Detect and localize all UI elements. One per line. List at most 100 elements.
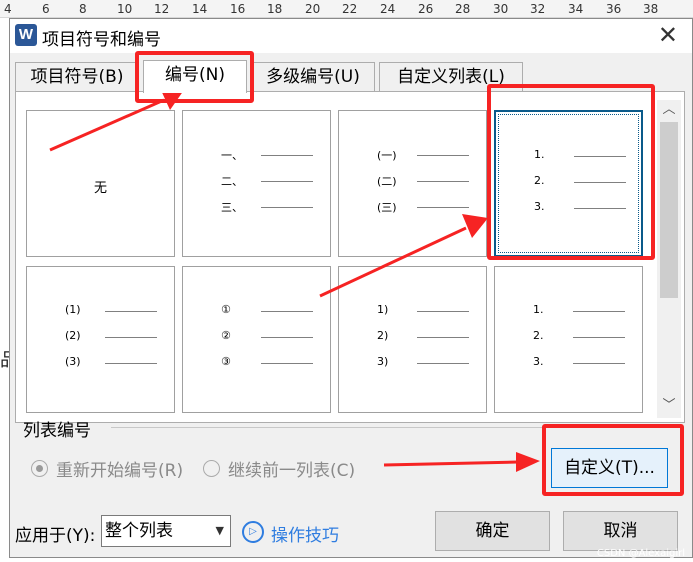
numbering-marker: 2) [377,329,389,342]
text-line-placeholder [417,181,469,182]
style-preview-row: 2) [377,329,469,343]
tab-custom-list[interactable]: 自定义列表(L) [379,62,523,92]
numbering-marker: 1. [533,303,544,316]
play-circle-icon[interactable]: ▷ [242,521,264,543]
ruler-number: 20 [305,2,321,16]
numbering-marker: 1) [377,303,389,316]
apply-to-select[interactable]: 整个列表 ▼ [101,515,231,547]
numbering-marker: 2. [534,174,545,187]
style-preview-row: 一、 [221,147,313,162]
style-preview-row: (三) [377,199,469,214]
scroll-down-icon[interactable]: ﹀ [657,396,681,416]
ruler-number: 32 [530,2,546,16]
list-numbering-label: 列表编号 [23,421,91,441]
dialog-title: 项目符号和编号 [42,30,161,50]
numbering-style-selected[interactable]: 1. 2. 3. [494,110,643,257]
chevron-down-icon[interactable]: ▼ [216,516,224,546]
numbering-marker: ① [221,303,231,316]
ruler-number: 30 [493,2,509,16]
text-line-placeholder [261,363,313,364]
radio-dot[interactable] [31,459,48,477]
continue-list-label: 继续前一列表(C) [228,460,356,481]
text-line-placeholder [261,207,313,208]
numbering-style-option[interactable]: 1) 2) 3) [338,266,487,413]
style-preview-row: 三、 [221,199,313,214]
style-preview-row: (二) [377,173,469,188]
tips-link[interactable]: 操作技巧 [271,521,339,546]
numbering-marker: (3) [65,355,81,368]
ruler-number: 24 [380,2,396,16]
text-line-placeholder [417,363,469,364]
cancel-button[interactable]: 取消 [563,511,678,551]
style-preview-row: ① [221,303,313,317]
numbering-gallery: 1. 2. 3. 1) 2) 3) ① ② ③ (1) (2) (3) 1. 2. 3. (一) (二) (三) 一… [15,91,685,423]
watermark: CSDN @Alexaigirl [596,548,685,559]
style-preview-row: 2. [534,174,626,188]
style-preview-row: 1. [534,148,626,162]
document-edge: 品 （ [0,18,18,562]
numbering-marker: (1) [65,303,81,316]
restart-numbering-radio[interactable]: 重新开始编号(R) [31,457,184,481]
wps-writer-icon: W [15,24,37,46]
tab-numbering[interactable]: 编号(N) [143,60,247,93]
text-line-placeholder [574,156,626,157]
style-preview-row: ② [221,329,313,343]
ruler-number: 8 [79,2,87,16]
numbering-style-option[interactable]: (1) (2) (3) [26,266,175,413]
numbering-style-option[interactable]: (一) (二) (三) [338,110,487,257]
numbering-style-option[interactable]: 一、 二、 三、 [182,110,331,257]
style-preview-row: 1) [377,303,469,317]
ruler-number: 10 [117,2,133,16]
numbering-style-option[interactable]: 1. 2. 3. [494,266,643,413]
text-line-placeholder [574,182,626,183]
numbering-marker: ③ [221,355,231,368]
style-preview-row: 3. [534,200,626,214]
numbering-marker: 3. [534,200,545,213]
tab-bullets[interactable]: 项目符号(B) [15,62,139,92]
gallery-scrollbar[interactable]: ︿ ﹀ [657,100,681,418]
radio-dot[interactable] [203,459,220,477]
scroll-up-icon[interactable]: ︿ [657,100,681,120]
text-line-placeholder [417,311,469,312]
numbering-marker: 一、 [221,149,243,162]
style-preview-row: (2) [65,329,157,343]
scroll-thumb[interactable] [660,122,678,298]
numbering-style-option[interactable]: ① ② ③ [182,266,331,413]
ruler-number: 36 [606,2,622,16]
ruler-number: 34 [568,2,584,16]
numbering-marker: (2) [65,329,81,342]
continue-list-radio[interactable]: 继续前一列表(C) [203,457,356,481]
text-line-placeholder [417,155,469,156]
ruler-number: 22 [342,2,358,16]
apply-to-label: 应用于(Y): [15,526,96,546]
title-bar: W 项目符号和编号 ✕ [10,19,692,53]
ruler-number: 4 [4,2,12,16]
apply-to-value: 整个列表 [105,521,173,541]
style-preview-row: (3) [65,355,157,369]
text-line-placeholder [574,208,626,209]
numbering-style-option[interactable]: 无 [26,110,175,257]
numbering-marker: ② [221,329,231,342]
text-line-placeholder [573,337,625,338]
restart-numbering-label: 重新开始编号(R) [56,460,184,481]
customize-button[interactable]: 自定义(T)... [551,448,668,488]
ruler: 4 6 8 10 12 14 16 18 20 22 24 26 28 30 32 34 36 38 [0,0,693,18]
text-line-placeholder [261,311,313,312]
text-line-placeholder [417,337,469,338]
text-line-placeholder [261,337,313,338]
close-icon[interactable]: ✕ [658,21,678,49]
numbering-marker: 二、 [221,175,243,188]
ruler-number: 38 [643,2,659,16]
tab-multilevel[interactable]: 多级编号(U) [251,62,375,92]
style-preview-row: 二、 [221,173,313,188]
ruler-number: 12 [154,2,170,16]
ruler-number: 28 [455,2,471,16]
numbering-marker: 2. [533,329,544,342]
numbering-marker: 三、 [221,201,243,214]
ok-button[interactable]: 确定 [435,511,550,551]
text-line-placeholder [261,155,313,156]
numbering-marker: 3. [533,355,544,368]
numbering-marker: (一) [377,149,397,162]
numbering-marker: (三) [377,201,397,214]
numbering-marker: 1. [534,148,545,161]
